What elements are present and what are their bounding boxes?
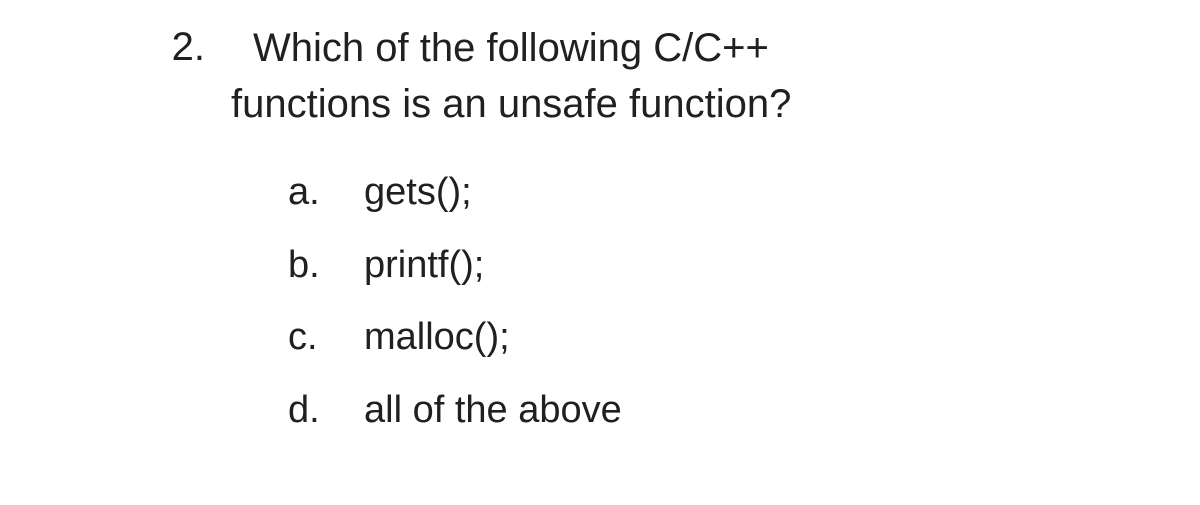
option-b: b. printf(); <box>288 243 622 289</box>
option-d: d. all of the above <box>288 388 622 434</box>
option-letter: b. <box>288 243 346 289</box>
option-text: gets(); <box>364 170 472 216</box>
question-text: Which of the following C/C++ functions i… <box>253 20 791 132</box>
option-letter: c. <box>288 315 346 361</box>
option-letter: a. <box>288 170 346 216</box>
question-line-2: functions is an unsafe function? <box>231 76 791 132</box>
option-a: a. gets(); <box>288 170 622 216</box>
options-list: a. gets(); b. printf(); c. malloc(); d. … <box>288 170 622 460</box>
option-text: printf(); <box>364 243 484 289</box>
option-letter: d. <box>288 388 346 434</box>
question-line-1: Which of the following C/C++ <box>253 26 769 70</box>
question-number: 2. <box>165 20 205 74</box>
option-c: c. malloc(); <box>288 315 622 361</box>
option-text: malloc(); <box>364 315 510 361</box>
question-block: 2. Which of the following C/C++ function… <box>165 20 791 132</box>
option-text: all of the above <box>364 388 622 434</box>
